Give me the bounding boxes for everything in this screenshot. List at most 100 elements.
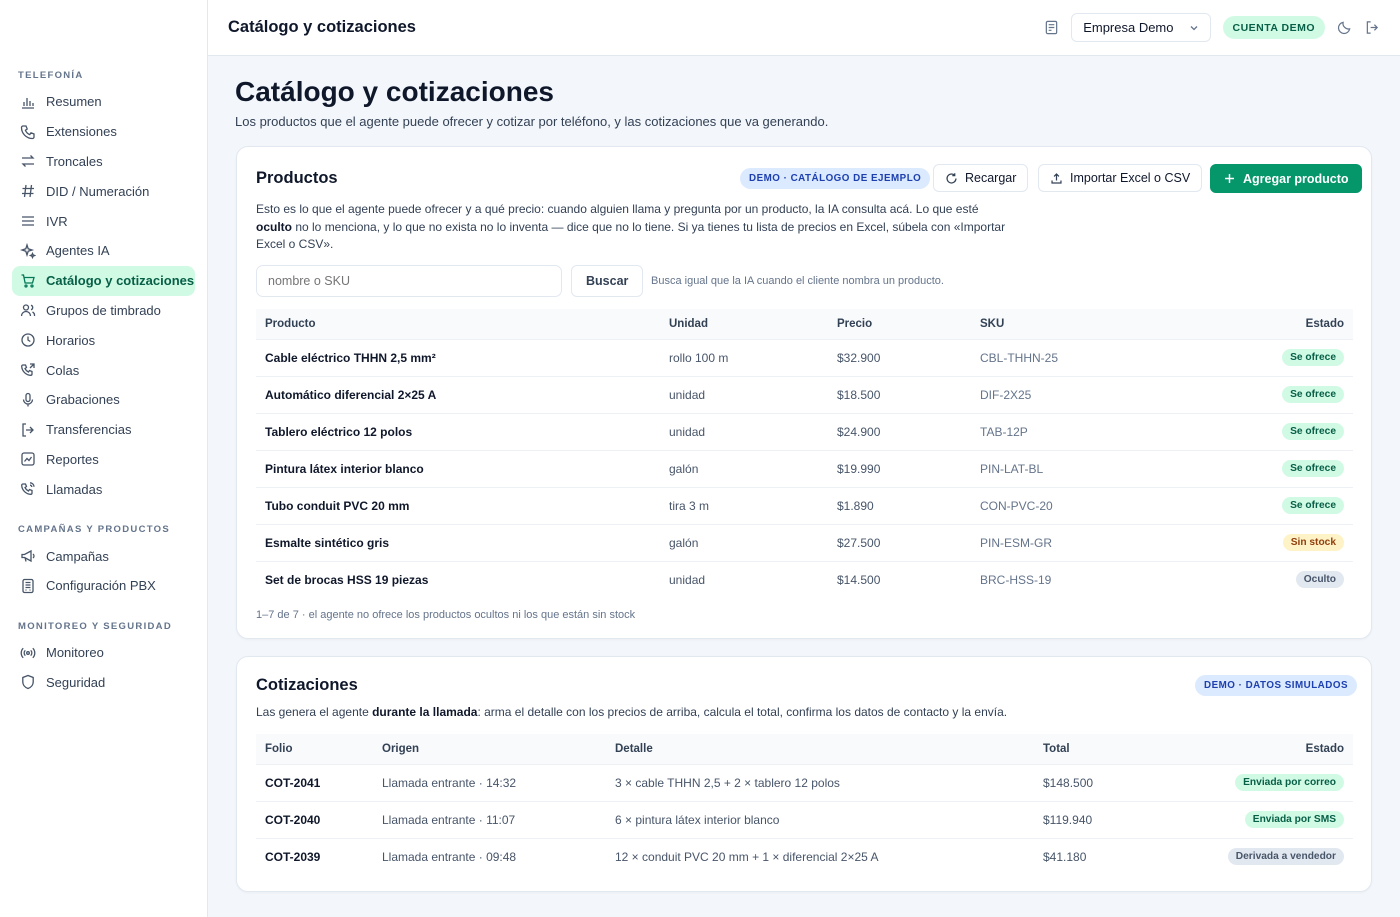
users-icon <box>20 304 36 317</box>
sidebar-item-label: DID / Numeración <box>46 183 150 199</box>
sidebar-item-grabaciones[interactable]: Grabaciones <box>12 385 195 415</box>
column-header: Estado <box>1194 734 1353 764</box>
column-header: Folio <box>256 734 373 764</box>
quotes-description-text: : arma el detalle con los precios de arr… <box>477 705 1008 719</box>
product-sku: DIF-2X25 <box>971 375 1171 413</box>
sidebar-item-catalogo[interactable]: Catálogo y cotizaciones <box>12 265 195 296</box>
product-name: Cable eléctrico THHN 2,5 mm² <box>256 338 660 376</box>
product-sku: CON-PVC-20 <box>971 486 1171 524</box>
sidebar-item-colas[interactable]: Colas <box>12 355 195 385</box>
product-row[interactable]: Automático diferencial 2×25 Aunidad $18.5… <box>256 375 1353 413</box>
product-row[interactable]: Esmalte sintético gris galón $27.500 PIN-ES… <box>256 523 1353 561</box>
products-description-text: Esto es lo que el agente puede ofrecer y… <box>256 202 979 216</box>
sidebar-item-extensiones[interactable]: Extensiones <box>12 117 195 147</box>
quote-total: $119.940 <box>1034 800 1194 838</box>
cart-icon <box>21 274 35 288</box>
sidebar-item-seguridad[interactable]: Seguridad <box>12 668 195 698</box>
sidebar-item-reportes[interactable]: Reportes <box>12 445 195 475</box>
sidebar-item-monitoreo[interactable]: Monitoreo <box>12 638 195 668</box>
product-price: $14.500 <box>828 560 971 598</box>
chevron-down-icon <box>1190 25 1197 30</box>
sidebar-item-label: Colas <box>46 362 80 378</box>
column-header: Detalle <box>606 734 1034 764</box>
bar-chart-icon <box>22 97 34 109</box>
sidebar-item-agentes-ia[interactable]: Agentes IA <box>12 236 195 266</box>
upload-icon <box>1051 172 1062 184</box>
sidebar-item-transferencias[interactable]: Transferencias <box>12 415 195 445</box>
sidebar-item-horarios[interactable]: Horarios <box>12 325 195 355</box>
phone-call-icon <box>21 482 35 496</box>
quote-row[interactable]: COT-2039 Llamada entrante · 09:48 12 × con… <box>256 837 1353 875</box>
product-name: Pintura látex interior blanco <box>256 449 660 487</box>
product-status-cell: Se ofrece <box>1171 449 1353 487</box>
products-description-text: no lo menciona, y lo que no exista no lo… <box>292 219 1006 234</box>
sidebar-section-title: TELEFONÍA <box>18 70 84 81</box>
company-select-value: Empresa Demo <box>1083 20 1174 35</box>
sidebar-item-grupos[interactable]: Grupos de timbrado <box>12 296 195 326</box>
logout-icon[interactable] <box>1365 20 1380 35</box>
product-row[interactable]: Cable eléctrico THHN 2,5 mm² rollo 100 m $… <box>256 338 1353 376</box>
product-row[interactable]: Set de brocas HSS 19 piezas unidad $14.500… <box>256 560 1353 598</box>
product-status-cell: Se ofrece <box>1171 338 1353 376</box>
product-sku: CBL-THHN-25 <box>971 338 1171 376</box>
product-unit: rollo 100 m <box>660 338 828 376</box>
demo-account-badge: CUENTA DEMO <box>1222 16 1325 39</box>
product-unit: tira 3 m <box>660 486 828 524</box>
sidebar-item-llamadas[interactable]: Llamadas <box>12 474 195 504</box>
search-button[interactable]: Buscar <box>571 265 644 297</box>
sidebar-item-troncales[interactable]: Troncales <box>12 147 195 177</box>
sidebar-item-ivr[interactable]: IVR <box>12 206 195 236</box>
sidebar-item-label: Agentes IA <box>46 243 110 259</box>
products-title: Productos <box>256 169 338 187</box>
product-sku: BRC-HSS-19 <box>971 560 1171 598</box>
products-description: Esto es lo que el agente puede ofrecer y… <box>256 201 1046 254</box>
product-row[interactable]: Tablero eléctrico 12 polos unidad $24.900 T… <box>256 412 1353 450</box>
quote-row[interactable]: COT-2040 Llamada entrante · 11:07 6 × pint… <box>256 800 1353 838</box>
quote-row[interactable]: COT-2041 Llamada entrante · 14:32 3 × cabl… <box>256 763 1353 801</box>
demo-data-badge: DEMO · DATOS SIMULADOS <box>1195 675 1357 696</box>
products-description-bold: oculto <box>256 219 292 234</box>
sidebar-item-campanas[interactable]: Campañas <box>12 541 195 571</box>
server-icon <box>22 578 34 593</box>
sidebar-item-label: Catálogo y cotizaciones <box>46 273 195 289</box>
shield-icon <box>22 675 34 690</box>
add-product-button[interactable]: Agregar producto <box>1210 164 1362 193</box>
status-badge: Se ofrece <box>1282 460 1344 477</box>
sidebar-item-configuracion-pbx[interactable]: Configuración PBX <box>12 571 195 601</box>
quote-detail: 6 × pintura látex interior blanco <box>606 800 1034 838</box>
company-select[interactable]: Empresa Demo <box>1071 13 1211 42</box>
product-row[interactable]: Tubo conduit PVC 20 mm tira 3 m $1.890 CON-… <box>256 486 1353 524</box>
product-unit: galón <box>660 449 828 487</box>
sidebar-item-label: Grupos de timbrado <box>46 302 161 318</box>
quotes-description: Las genera el agente durante la llamada:… <box>256 704 1256 722</box>
sidebar: TELEFONÍA Resumen Extensiones Troncales … <box>0 0 208 917</box>
sidebar-item-label: Resumen <box>46 94 102 110</box>
search-button-label: Buscar <box>586 274 629 288</box>
sidebar-item-did[interactable]: DID / Numeración <box>12 176 195 206</box>
product-unit: unidad <box>660 375 828 413</box>
arrows-exchange-icon <box>21 155 35 168</box>
sidebar-section-title: MONITOREO Y SEGURIDAD <box>18 620 172 632</box>
product-status-cell: Oculto <box>1171 560 1353 598</box>
reload-button-label: Recargar <box>965 171 1017 185</box>
column-header: Unidad <box>660 309 828 339</box>
product-unit: unidad <box>660 412 828 450</box>
product-row[interactable]: Pintura látex interior blanco galón $19.99… <box>256 449 1353 487</box>
product-unit: galón <box>660 523 828 561</box>
reload-button[interactable]: Recargar <box>933 164 1029 192</box>
sidebar-item-resumen[interactable]: Resumen <box>12 87 195 117</box>
quotes-table-body: COT-2041 Llamada entrante · 14:32 3 × cabl… <box>256 763 1353 875</box>
moon-icon[interactable] <box>1337 20 1352 35</box>
product-status-cell: Se ofrece <box>1171 486 1353 524</box>
microphone-icon <box>22 392 34 407</box>
product-sku: TAB-12P <box>971 412 1171 450</box>
sidebar-item-label: Reportes <box>46 451 99 467</box>
search-input[interactable] <box>256 265 562 297</box>
quote-origin: Llamada entrante · 14:32 <box>373 763 606 801</box>
products-table-header: Producto Unidad Precio SKU Estado <box>256 309 1353 339</box>
document-icon[interactable] <box>1044 20 1059 35</box>
phone-icon <box>20 125 35 139</box>
quote-folio: COT-2039 <box>256 837 373 875</box>
status-badge: Se ofrece <box>1282 497 1344 514</box>
import-button[interactable]: Importar Excel o CSV <box>1038 164 1203 192</box>
